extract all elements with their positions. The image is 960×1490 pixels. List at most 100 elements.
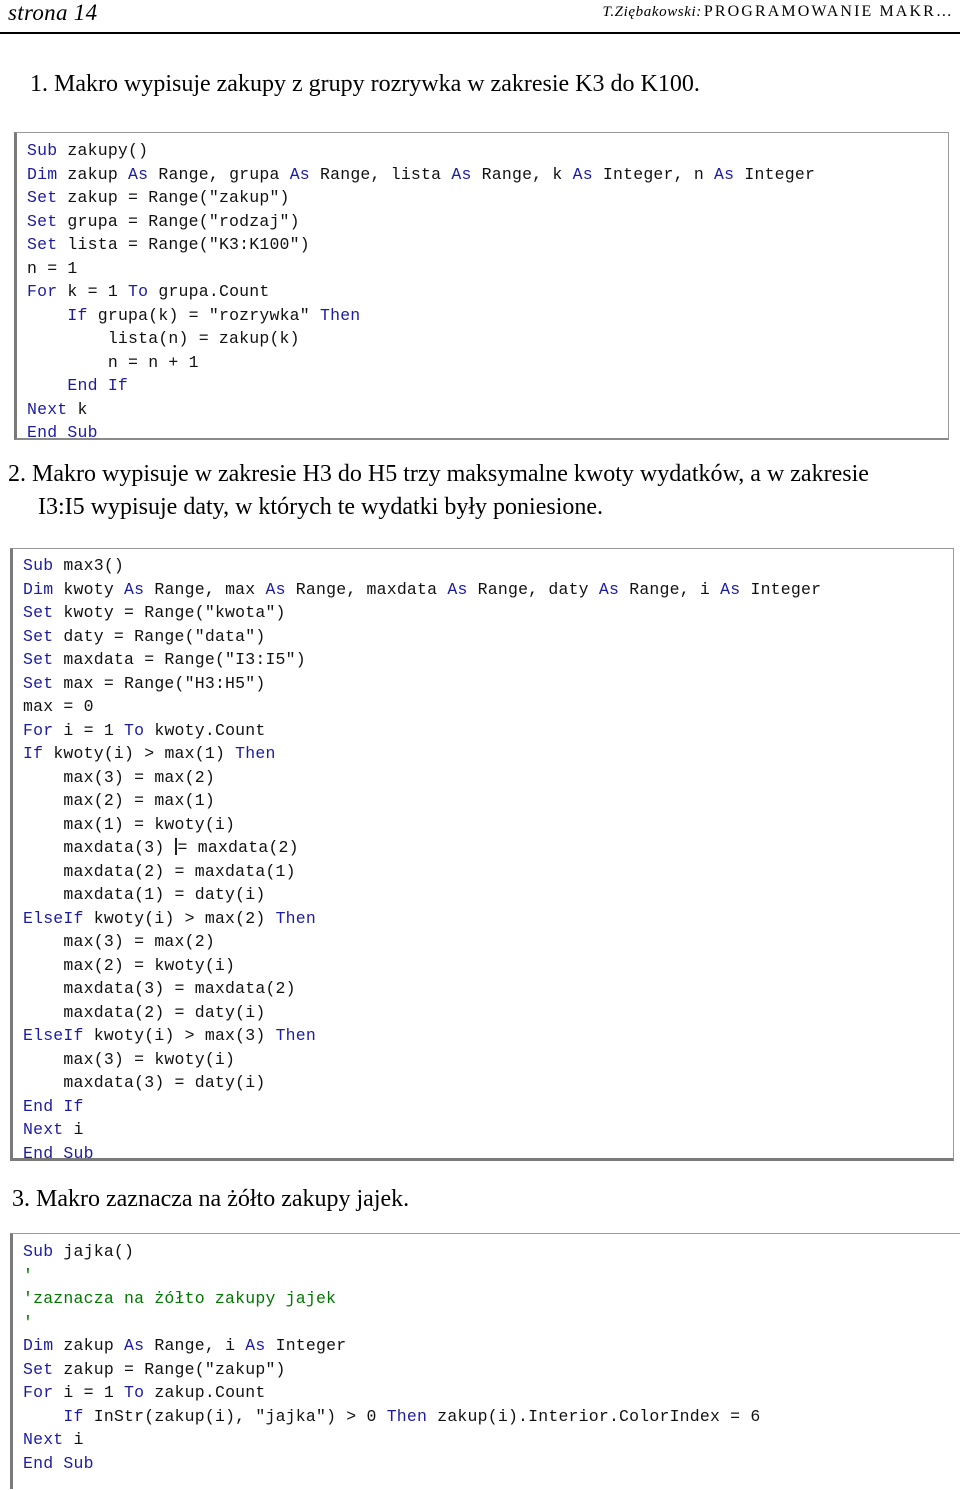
code-token: max(2) = kwoty(i): [23, 955, 236, 975]
code-line: Set grupa = Range("rodzaj"): [27, 210, 948, 234]
code-token: daty = Range("data"): [53, 626, 266, 646]
code-token: Set: [23, 1359, 54, 1379]
code-token: lista(n) = zakup(k): [27, 329, 300, 348]
code-token: If: [67, 305, 88, 325]
code-token: As: [265, 579, 286, 599]
code-line: Set zakup = Range("zakup"): [23, 1358, 960, 1382]
code-token: Dim: [23, 1336, 54, 1355]
code-line: max = 0: [23, 695, 953, 719]
code-line: n = n + 1: [27, 351, 948, 375]
code-token: For: [23, 1383, 54, 1402]
code-line: If kwoty(i) > max(1) Then: [23, 742, 953, 766]
code-line: If InStr(zakup(i), "jajka") > 0 Then zak…: [23, 1405, 960, 1429]
code-token: maxdata = Range("I3:I5"): [53, 650, 306, 669]
code-token: Dim: [27, 164, 58, 184]
code-token: max(3) = max(2): [23, 767, 215, 787]
code-token: Set: [27, 235, 58, 254]
code-token: grupa.Count: [148, 282, 270, 301]
code-token: max3(): [53, 556, 125, 575]
code-line: Dim zakup As Range, i As Integer: [23, 1334, 960, 1358]
code-line: Next i: [23, 1118, 953, 1142]
code-token: End Sub: [23, 1143, 94, 1161]
code-line: Set kwoty = Range("kwota"): [23, 601, 953, 625]
code-token: ElseIf: [23, 1026, 84, 1045]
code-token: zakup: [53, 1336, 125, 1355]
header-title-group: T.Ziębakowski: PROGRAMOWANIE MAKR…: [602, 0, 960, 24]
code-line: Set maxdata = Range("I3:I5"): [23, 648, 953, 672]
code-token: For: [23, 720, 54, 740]
code-token: As: [714, 164, 735, 184]
text-cursor-icon: [174, 838, 177, 855]
code-token: As: [598, 579, 620, 599]
code-token: To: [128, 282, 149, 301]
code-token: As: [447, 579, 468, 599]
code-token: maxdata(3): [23, 838, 175, 857]
code-token: For: [27, 282, 58, 301]
code-token: Integer: [734, 164, 816, 184]
code-token: kwoty.Count: [144, 720, 266, 740]
code-token: n = 1: [27, 258, 78, 278]
code-token: grupa = Range("rodzaj"): [57, 211, 300, 231]
code-token: 'zaznacza na żółto zakupy jajek: [23, 1289, 337, 1308]
code-token: zakup = Range("zakup"): [57, 188, 290, 207]
code-token: Range, grupa: [148, 164, 290, 184]
task-1-description: 1. Makro wypisuje zakupy z grupy rozrywk…: [30, 71, 700, 97]
code-token: kwoty(i) > max(3): [83, 1026, 276, 1045]
page-number-label: strona 14: [8, 0, 98, 25]
code-token: kwoty(i) > max(2): [83, 908, 276, 928]
code-line: Dim kwoty As Range, max As Range, maxdat…: [23, 578, 953, 602]
code-token: As: [572, 164, 593, 184]
code-token: Dim: [23, 579, 54, 599]
code-line: maxdata(2) = maxdata(1): [23, 860, 953, 884]
code-token: To: [124, 1383, 145, 1402]
code-line: Set zakup = Range("zakup"): [27, 186, 948, 210]
code-line: maxdata(1) = daty(i): [23, 883, 953, 907]
code-token: Sub: [23, 556, 54, 575]
code-token: zakupy(): [57, 141, 149, 160]
code-line: End If: [23, 1095, 953, 1119]
code-block-jajka: Sub jajka() ' 'zaznacza na żółto zakupy ja…: [10, 1233, 960, 1489]
code-token: k = 1: [57, 282, 129, 301]
code-line: max(2) = max(1): [23, 789, 953, 813]
code-line: Set daty = Range("data"): [23, 625, 953, 649]
code-token: Range, i: [144, 1336, 246, 1355]
code-token: i: [63, 1430, 84, 1449]
code-token: As: [720, 579, 741, 599]
code-token: Integer: [265, 1336, 347, 1355]
code-token: i = 1: [53, 1383, 125, 1402]
code-line: 'zaznacza na żółto zakupy jajek: [23, 1287, 960, 1311]
code-token: i: [63, 1120, 84, 1139]
code-token: Then: [319, 305, 361, 325]
code-line: max(2) = kwoty(i): [23, 954, 953, 978]
code-line: Sub max3(): [23, 554, 953, 578]
code-token: i = 1: [53, 720, 125, 740]
code-token: max(3) = kwoty(i): [23, 1049, 236, 1069]
code-line: ElseIf kwoty(i) > max(2) Then: [23, 907, 953, 931]
code-block-max3: Sub max3() Dim kwoty As Range, max As Ran…: [10, 548, 954, 1161]
code-token: kwoty = Range("kwota"): [53, 603, 286, 622]
code-line: End If: [27, 374, 948, 398]
code-token: As: [245, 1336, 266, 1355]
code-token: InStr(zakup(i), "jajka") > 0: [83, 1406, 387, 1426]
code-token: As: [128, 164, 149, 184]
code-token: Set: [23, 626, 54, 646]
code-line: If grupa(k) = "rozrywka" Then: [27, 304, 948, 328]
code-token: ': [23, 1312, 34, 1332]
code-token: Next: [23, 1120, 64, 1139]
code-token: Then: [386, 1406, 428, 1426]
code-line: maxdata(3) = daty(i): [23, 1071, 953, 1095]
header-author: T.Ziębakowski:: [602, 4, 702, 20]
code-token: kwoty(i) > max(1): [43, 744, 236, 763]
code-line: lista(n) = zakup(k): [27, 327, 948, 351]
code-line: End Sub: [23, 1142, 953, 1161]
code-line: maxdata(3) = maxdata(2): [23, 977, 953, 1001]
code-line: Sub jajka(): [23, 1240, 960, 1264]
code-line: End Sub: [23, 1452, 960, 1476]
code-line: For k = 1 To grupa.Count: [27, 280, 948, 304]
code-token: Then: [275, 1026, 316, 1045]
code-line: Set lista = Range("K3:K100"): [27, 233, 948, 257]
code-token: Range, max: [144, 579, 266, 599]
code-token: As: [451, 164, 472, 184]
